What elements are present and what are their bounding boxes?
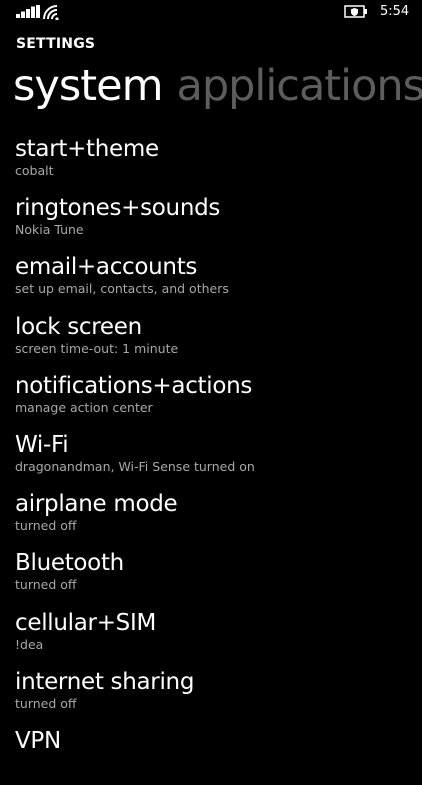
item-subtitle: turned off bbox=[15, 518, 77, 534]
pivot-header: system applications bbox=[13, 56, 422, 116]
tab-system[interactable]: system bbox=[13, 61, 163, 111]
settings-item-bluetooth[interactable]: Bluetooth turned off bbox=[15, 548, 415, 607]
item-title: Bluetooth bbox=[15, 550, 124, 577]
signal-icon bbox=[16, 5, 40, 18]
item-subtitle: set up email, contacts, and others bbox=[15, 281, 229, 297]
item-title: Wi-Fi bbox=[15, 431, 69, 458]
clock: 5:54 bbox=[380, 4, 410, 19]
item-subtitle: Nokia Tune bbox=[15, 222, 84, 238]
item-subtitle: turned off bbox=[15, 577, 77, 593]
settings-item-notifications-actions[interactable]: notifications+actions manage action cent… bbox=[15, 371, 415, 430]
item-title: notifications+actions bbox=[15, 372, 253, 399]
item-subtitle: dragonandman, Wi-Fi Sense turned on bbox=[15, 458, 255, 474]
battery-saver-icon bbox=[344, 5, 367, 18]
item-subtitle: turned off bbox=[15, 695, 77, 711]
item-subtitle: screen time-out: 1 minute bbox=[15, 340, 179, 356]
item-title: email+accounts bbox=[15, 254, 198, 281]
item-subtitle: manage action center bbox=[15, 399, 153, 415]
item-title: cellular+SIM bbox=[15, 609, 156, 636]
settings-item-email-accounts[interactable]: email+accounts set up email, contacts, a… bbox=[15, 252, 415, 311]
settings-item-ringtones-sounds[interactable]: ringtones+sounds Nokia Tune bbox=[15, 193, 415, 252]
tab-applications[interactable]: applications bbox=[176, 61, 422, 111]
item-subtitle: !dea bbox=[15, 636, 44, 652]
item-title: VPN bbox=[15, 727, 61, 754]
settings-item-vpn[interactable]: VPN bbox=[15, 726, 415, 785]
settings-item-airplane-mode[interactable]: airplane mode turned off bbox=[15, 489, 415, 548]
settings-list: start+theme cobalt ringtones+sounds Noki… bbox=[15, 134, 415, 785]
app-title: SETTINGS bbox=[16, 36, 96, 52]
item-title: internet sharing bbox=[15, 668, 195, 695]
settings-item-lock-screen[interactable]: lock screen screen time-out: 1 minute bbox=[15, 312, 415, 371]
wifi-icon bbox=[43, 5, 59, 20]
item-subtitle: cobalt bbox=[15, 163, 54, 178]
settings-item-wifi[interactable]: Wi-Fi dragonandman, Wi-Fi Sense turned o… bbox=[15, 430, 415, 489]
item-title: airplane mode bbox=[15, 491, 178, 518]
item-title: ringtones+sounds bbox=[15, 195, 221, 222]
settings-item-start-theme[interactable]: start+theme cobalt bbox=[15, 134, 415, 193]
settings-item-internet-sharing[interactable]: internet sharing turned off bbox=[15, 667, 415, 726]
item-title: start+theme bbox=[15, 136, 159, 162]
status-bar: 5:54 bbox=[0, 0, 422, 24]
item-title: lock screen bbox=[15, 313, 142, 340]
settings-item-cellular-sim[interactable]: cellular+SIM !dea bbox=[15, 608, 415, 667]
